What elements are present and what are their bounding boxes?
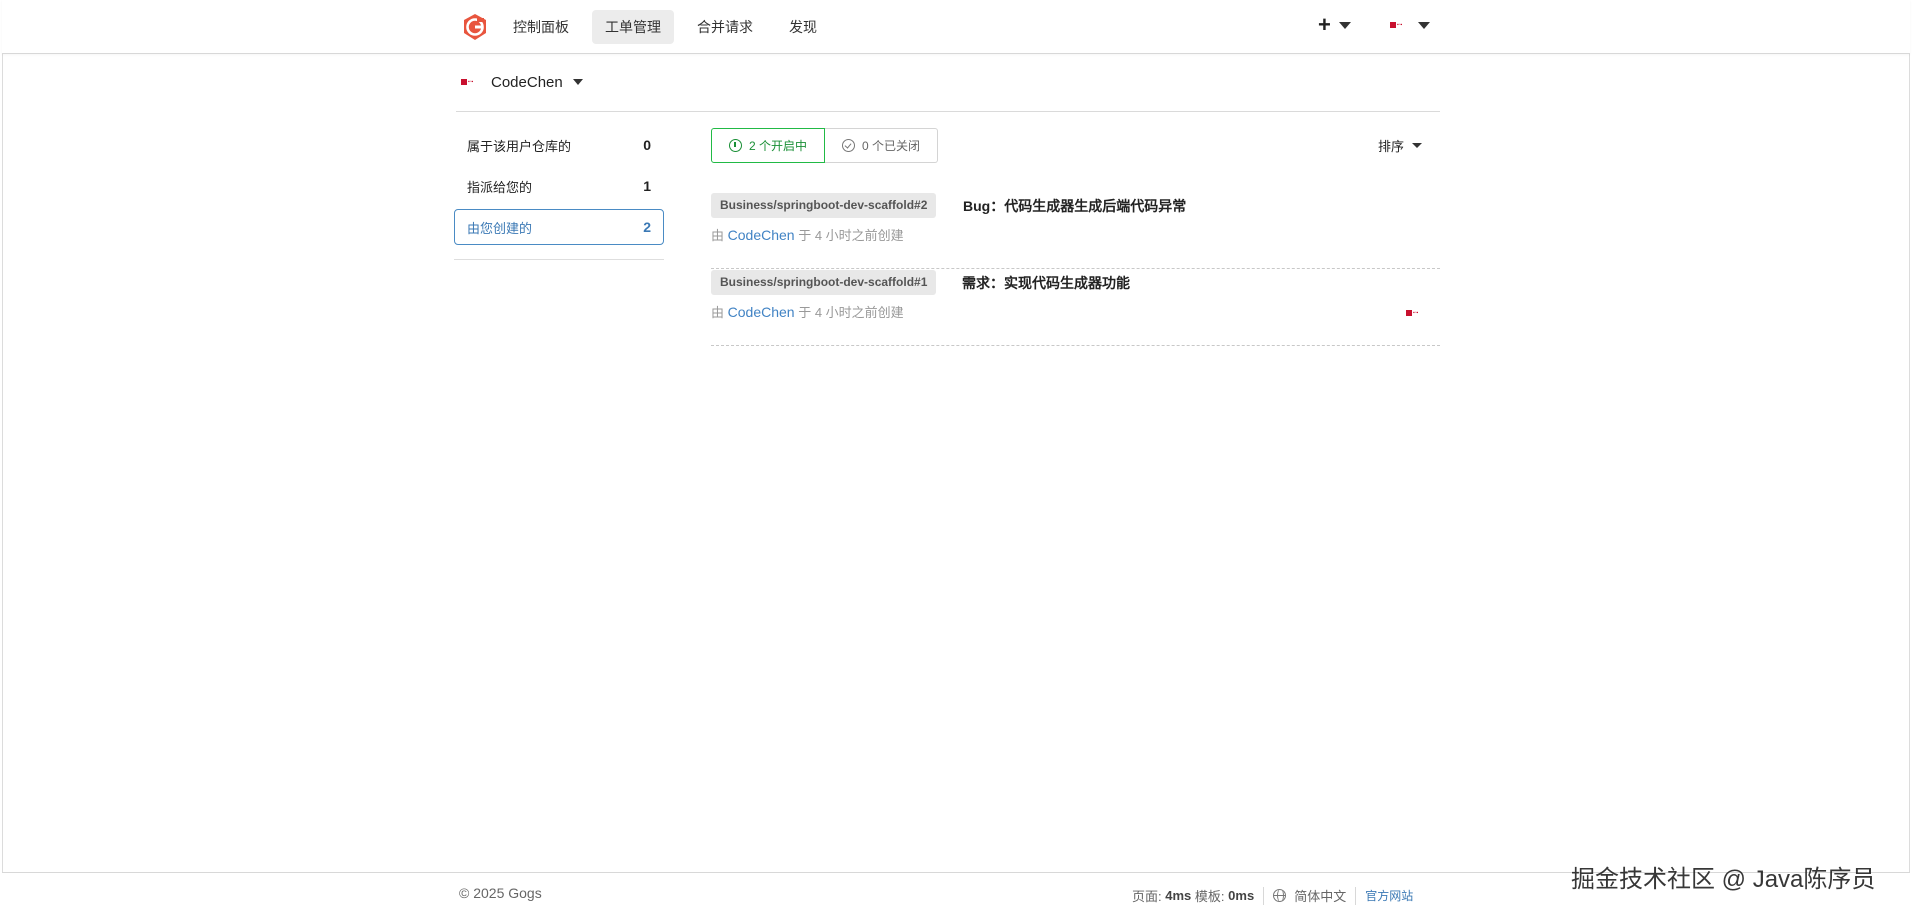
watermark-text: 掘金技术社区 @ Java陈序员	[1571, 866, 1876, 893]
avatar: ▪▫▪	[1390, 20, 1410, 30]
filter-count: 1	[643, 178, 651, 194]
issue-list-item: Business/springboot-dev-scaffold#2 Bug：代…	[711, 193, 1440, 269]
filter-your-repositories[interactable]: 属于该用户仓库的 0	[454, 127, 664, 163]
issue-list-item: Business/springboot-dev-scaffold#1 需求：实现…	[711, 270, 1440, 346]
nav-explore[interactable]: 发现	[776, 10, 830, 44]
issue-meta: 由 CodeChen 于 4 小时之前创建	[711, 302, 904, 321]
gogs-logo-icon[interactable]	[461, 13, 489, 41]
divider	[454, 259, 664, 260]
filter-label: 属于该用户仓库的	[467, 138, 572, 154]
issue-filter-menu: 属于该用户仓库的 0 指派给您的 1 由您创建的 2	[454, 127, 664, 250]
issue-meta-time: 于 4 小时之前创建	[798, 228, 904, 243]
language-selector[interactable]: 简体中文	[1273, 886, 1346, 905]
language-label: 简体中文	[1294, 889, 1347, 904]
issue-title-link[interactable]: Bug：代码生成器生成后端代码异常	[963, 196, 1186, 216]
nav-issues[interactable]: 工单管理	[592, 10, 674, 44]
issue-opened-icon	[729, 139, 742, 152]
issue-closed-icon	[842, 139, 856, 152]
assignee-avatar[interactable]: ▪▫▪	[1406, 308, 1426, 318]
avatar: ▪▫▪	[461, 77, 481, 87]
template-time-value: 0ms	[1228, 888, 1255, 903]
divider	[456, 111, 1440, 112]
sort-label: 排序	[1378, 139, 1405, 154]
filter-created-by-you[interactable]: 由您创建的 2	[454, 209, 664, 245]
closed-issues-button[interactable]: 0 个已关闭	[825, 128, 939, 163]
user-menu-dropdown[interactable]: ▪▫▪	[1390, 20, 1430, 30]
issue-author-link[interactable]: CodeChen	[728, 304, 795, 320]
page-time-value: 4ms	[1165, 888, 1192, 903]
issue-author-link[interactable]: CodeChen	[728, 227, 795, 243]
issue-meta-prefix: 由	[711, 305, 725, 320]
window-frame	[2, 0, 1910, 912]
issue-title-link[interactable]: 需求：实现代码生成器功能	[962, 273, 1130, 293]
issue-meta-prefix: 由	[711, 228, 725, 243]
top-navbar: 控制面板 工单管理 合并请求 发现 + ▪▫▪	[2, 0, 1910, 54]
chevron-down-icon	[1412, 143, 1423, 148]
plus-icon: +	[1318, 12, 1331, 37]
issue-meta-time: 于 4 小时之前创建	[798, 305, 904, 320]
open-issues-label: 2 个开启中	[749, 139, 808, 153]
footer-stats: 页面: 4ms 模板: 0ms 简体中文 官方网站	[1132, 886, 1413, 905]
closed-issues-label: 0 个已关闭	[862, 139, 921, 153]
issue-state-toggle: 2 个开启中 0 个已关闭	[711, 128, 939, 163]
issue-repo-label[interactable]: Business/springboot-dev-scaffold#2	[711, 193, 937, 218]
open-issues-button[interactable]: 2 个开启中	[711, 128, 826, 163]
issue-repo-label[interactable]: Business/springboot-dev-scaffold#1	[711, 270, 937, 295]
divider	[1263, 886, 1265, 905]
nav-dashboard[interactable]: 控制面板	[500, 10, 582, 44]
filter-label: 由您创建的	[467, 220, 533, 236]
nav-pull-requests[interactable]: 合并请求	[684, 10, 766, 44]
context-user-name: CodeChen	[491, 73, 563, 91]
divider	[1355, 886, 1357, 905]
chevron-down-icon	[1418, 21, 1430, 29]
official-site-link[interactable]: 官方网站	[1365, 887, 1413, 904]
issue-meta: 由 CodeChen 于 4 小时之前创建	[711, 225, 904, 244]
filter-label: 指派给您的	[467, 179, 533, 195]
page-time-label: 页面:	[1132, 889, 1162, 904]
chevron-down-icon	[572, 79, 583, 85]
context-user-switcher[interactable]: ▪▫▪ CodeChen	[461, 70, 583, 94]
create-new-dropdown[interactable]: +	[1318, 14, 1351, 36]
filter-count: 0	[643, 137, 651, 153]
filter-count: 2	[643, 219, 651, 235]
template-time-label: 模板:	[1194, 889, 1225, 904]
sort-dropdown[interactable]: 排序	[1378, 136, 1423, 155]
chevron-down-icon	[1338, 21, 1351, 29]
footer-copyright: © 2025 Gogs	[459, 885, 542, 901]
filter-assigned-to-you[interactable]: 指派给您的 1	[454, 168, 664, 204]
globe-icon	[1273, 889, 1287, 902]
